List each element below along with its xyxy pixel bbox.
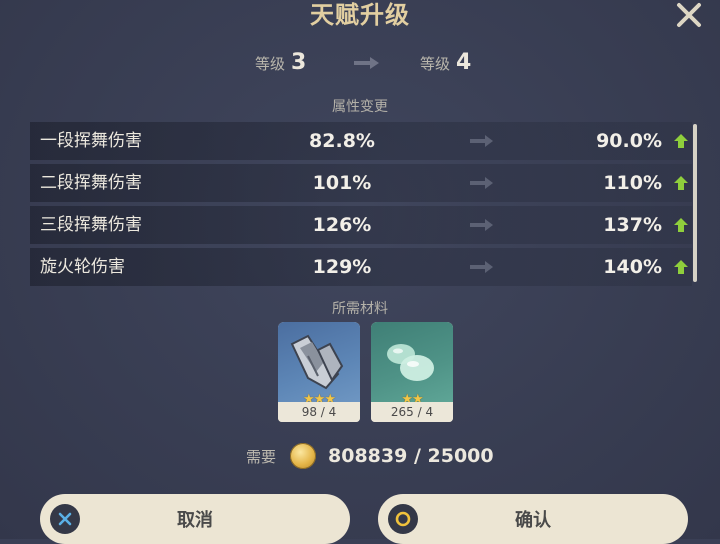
attribute-to-value: 140% [603, 256, 662, 278]
material-count: 98 / 4 [278, 402, 360, 422]
materials-section-label: 所需材料 [332, 301, 388, 317]
close-icon [677, 3, 701, 27]
material-item[interactable]: ★★ 265 / 4 [371, 322, 453, 422]
material-art [278, 322, 360, 402]
increase-arrow-icon [674, 176, 688, 190]
attribute-name: 三段挥舞伤害 [40, 215, 142, 235]
confirm-button[interactable]: 确认 [378, 494, 688, 544]
arrow-right-icon [354, 57, 379, 69]
attribute-row: 旋火轮伤害 129% 140% [30, 248, 692, 286]
arrow-right-icon [470, 177, 493, 189]
arrow-right-icon [470, 261, 493, 273]
level-from: 等级 3 [255, 50, 306, 75]
attribute-from-value: 101% [312, 172, 372, 194]
attribute-name: 旋火轮伤害 [40, 257, 125, 277]
attribute-to-value: 90.0% [596, 130, 662, 152]
level-from-label: 等级 [255, 55, 286, 73]
dialog-title: 天赋升级 [310, 1, 410, 29]
material-list: ★★★ 98 / 4 ★★ 265 / 4 [278, 322, 453, 422]
level-to-value: 4 [456, 50, 472, 75]
level-change: 等级 3 等级 4 [0, 50, 720, 78]
increase-arrow-icon [674, 260, 688, 274]
circle-button-icon [388, 504, 418, 534]
slime-droplet-icon [387, 344, 434, 381]
confirm-label: 确认 [515, 510, 551, 531]
attribute-to-value: 110% [603, 172, 662, 194]
attribute-list: 一段挥舞伤害 82.8% 90.0% 二段挥舞伤害 101% 110% 三段挥舞… [30, 122, 692, 290]
attribute-row: 三段挥舞伤害 126% 137% [30, 206, 692, 244]
cancel-label: 取消 [177, 510, 213, 531]
close-button[interactable] [672, 0, 706, 30]
attribute-row: 二段挥舞伤害 101% 110% [30, 164, 692, 202]
cost-value: 808839 / 25000 [328, 445, 494, 467]
attribute-name: 二段挥舞伤害 [40, 173, 142, 193]
arrow-right-icon [470, 219, 493, 231]
cancel-button[interactable]: 取消 [40, 494, 350, 544]
arrow-right-icon [470, 135, 493, 147]
attribute-scrollbar[interactable] [693, 124, 697, 282]
attribute-from-value: 82.8% [309, 130, 375, 152]
attribute-from-value: 126% [312, 214, 372, 236]
level-to: 等级 4 [420, 50, 471, 75]
attribute-to-value: 137% [603, 214, 662, 236]
material-count: 265 / 4 [371, 402, 453, 422]
increase-arrow-icon [674, 218, 688, 232]
level-from-value: 3 [291, 50, 307, 75]
material-art [371, 322, 453, 402]
x-button-icon [50, 504, 80, 534]
attribute-row: 一段挥舞伤害 82.8% 90.0% [30, 122, 692, 160]
cost-label: 需要 [246, 447, 277, 466]
mora-cost: 需要 808839 / 25000 [246, 442, 494, 470]
level-to-label: 等级 [420, 55, 451, 73]
attribute-from-value: 129% [312, 256, 372, 278]
mora-coin-icon [290, 443, 317, 469]
blade-fragment-icon [290, 334, 344, 390]
attributes-section-label: 属性变更 [332, 99, 388, 115]
attribute-name: 一段挥舞伤害 [40, 131, 142, 151]
material-item[interactable]: ★★★ 98 / 4 [278, 322, 360, 422]
increase-arrow-icon [674, 134, 688, 148]
